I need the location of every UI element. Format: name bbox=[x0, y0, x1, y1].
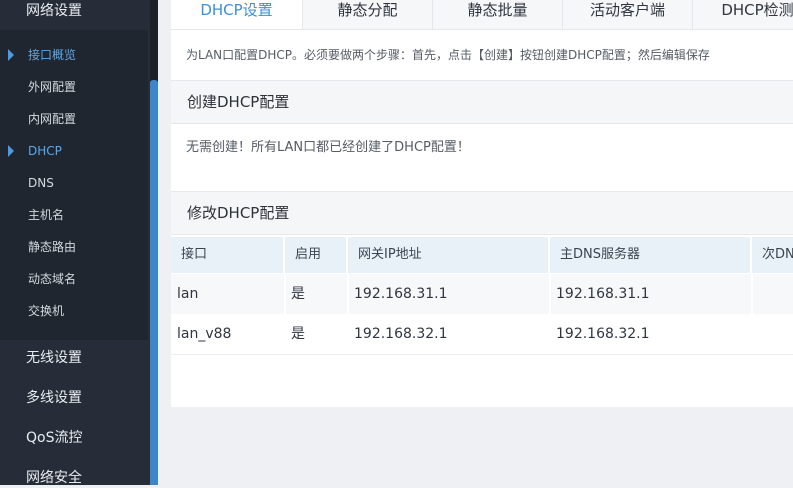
cell-interface: lan bbox=[177, 286, 199, 302]
cell-divider bbox=[751, 274, 753, 314]
sidebar-item-wan[interactable]: 外网配置 bbox=[28, 77, 76, 97]
table-row[interactable]: lan 是 192.168.31.1 192.168.31.1 bbox=[171, 274, 793, 315]
sidebar-item-dns[interactable]: DNS bbox=[28, 173, 54, 193]
sidebar-item-switch[interactable]: 交换机 bbox=[28, 301, 64, 321]
create-section-header: 创建DHCP配置 bbox=[171, 80, 793, 124]
page-description: 为LAN口配置DHCP。必须要做两个步骤：首先，点击【创建】按钮创建DHCP配置… bbox=[186, 48, 710, 62]
main-panel-footer bbox=[171, 407, 793, 485]
column-header-enabled[interactable]: 启用 bbox=[285, 237, 348, 273]
tab-dhcp-settings[interactable]: DHCP设置 bbox=[171, 0, 303, 29]
sidebar-item-ddns[interactable]: 动态域名 bbox=[28, 269, 76, 289]
sidebar-group-network[interactable]: 网络设置 bbox=[26, 1, 82, 21]
sidebar-group-security[interactable]: 网络安全 bbox=[26, 468, 82, 488]
sidebar-item-lan[interactable]: 内网配置 bbox=[28, 109, 76, 129]
cell-gateway: 192.168.31.1 bbox=[354, 286, 448, 302]
sidebar-item-hostname[interactable]: 主机名 bbox=[28, 205, 64, 225]
tab-static-assign[interactable]: 静态分配 bbox=[303, 0, 433, 29]
sidebar-scrollbar-thumb[interactable] bbox=[150, 80, 158, 485]
cell-enabled: 是 bbox=[291, 326, 305, 342]
tab-static-batch[interactable]: 静态批量 bbox=[433, 0, 563, 29]
column-header-interface[interactable]: 接口 bbox=[171, 237, 285, 273]
active-marker-icon bbox=[8, 145, 14, 157]
cell-dns1: 192.168.32.1 bbox=[556, 326, 650, 342]
table-row[interactable]: lan_v88 是 192.168.32.1 192.168.32.1 bbox=[171, 314, 793, 355]
sidebar-group-qos[interactable]: QoS流控 bbox=[26, 428, 82, 448]
column-header-gateway[interactable]: 网关IP地址 bbox=[348, 237, 550, 273]
create-section-title: 创建DHCP配置 bbox=[187, 93, 290, 111]
tab-active-clients[interactable]: 活动客户端 bbox=[563, 0, 693, 29]
column-header-dns1[interactable]: 主DNS服务器 bbox=[550, 237, 752, 273]
create-section-note: 无需创建！所有LAN口都已经创建了DHCP配置！ bbox=[186, 140, 470, 155]
active-marker-icon bbox=[8, 49, 14, 61]
tab-dhcp-detect[interactable]: DHCP检测 bbox=[693, 0, 793, 29]
modify-section-title: 修改DHCP配置 bbox=[187, 204, 290, 222]
cell-interface: lan_v88 bbox=[177, 326, 232, 342]
sidebar-group-multiwan[interactable]: 多线设置 bbox=[26, 388, 82, 408]
sidebar-item-dhcp[interactable]: DHCP bbox=[28, 141, 62, 161]
modify-section-header: 修改DHCP配置 bbox=[171, 191, 793, 235]
column-header-dns2[interactable]: 次DN bbox=[752, 237, 793, 273]
sidebar-group-wireless[interactable]: 无线设置 bbox=[26, 348, 82, 368]
cell-gateway: 192.168.32.1 bbox=[354, 326, 448, 342]
tab-bar: DHCP设置 静态分配 静态批量 活动客户端 DHCP检测 bbox=[171, 0, 793, 30]
sidebar-item-static-route[interactable]: 静态路由 bbox=[28, 237, 76, 257]
sidebar-item-interface-overview[interactable]: 接口概览 bbox=[28, 45, 76, 65]
cell-enabled: 是 bbox=[291, 286, 305, 302]
table-header: 接口 启用 网关IP地址 主DNS服务器 次DN bbox=[171, 237, 793, 273]
cell-dns1: 192.168.31.1 bbox=[556, 286, 650, 302]
